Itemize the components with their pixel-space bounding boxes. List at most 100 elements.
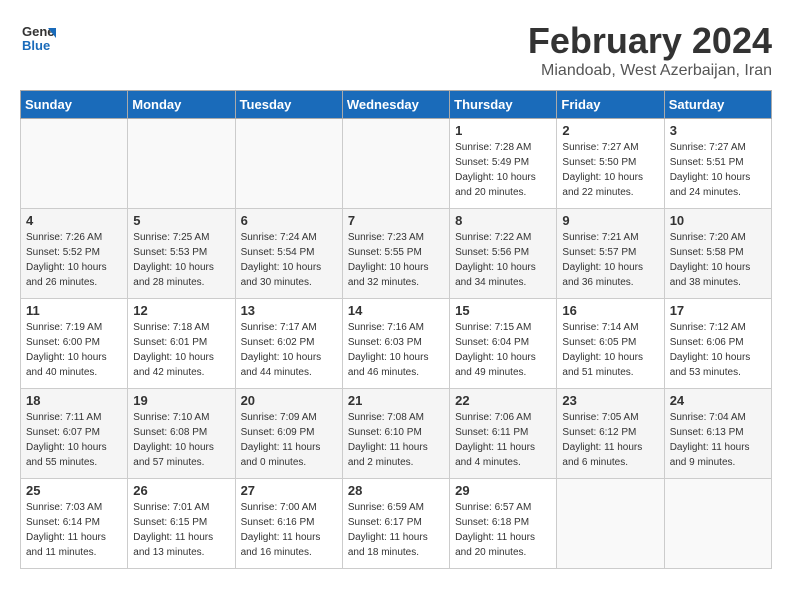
day-number: 23	[562, 393, 658, 408]
day-info: Sunrise: 6:57 AMSunset: 6:18 PMDaylight:…	[455, 500, 551, 560]
calendar-cell: 13 Sunrise: 7:17 AMSunset: 6:02 PMDayligh…	[235, 299, 342, 389]
calendar-cell: 7 Sunrise: 7:23 AMSunset: 5:55 PMDaylight…	[342, 209, 449, 299]
day-info: Sunrise: 7:11 AMSunset: 6:07 PMDaylight:…	[26, 410, 122, 470]
title-block: February 2024 Miandoab, West Azerbaijan,…	[528, 20, 772, 80]
day-info: Sunrise: 7:14 AMSunset: 6:05 PMDaylight:…	[562, 320, 658, 380]
day-number: 3	[670, 123, 766, 138]
calendar-cell: 23 Sunrise: 7:05 AMSunset: 6:12 PMDayligh…	[557, 389, 664, 479]
page-header: General Blue February 2024 Miandoab, Wes…	[20, 20, 772, 80]
day-info: Sunrise: 7:09 AMSunset: 6:09 PMDaylight:…	[241, 410, 337, 470]
calendar-cell: 15 Sunrise: 7:15 AMSunset: 6:04 PMDayligh…	[450, 299, 557, 389]
calendar-cell: 16 Sunrise: 7:14 AMSunset: 6:05 PMDayligh…	[557, 299, 664, 389]
day-number: 12	[133, 303, 229, 318]
day-info: Sunrise: 7:23 AMSunset: 5:55 PMDaylight:…	[348, 230, 444, 290]
day-info: Sunrise: 7:21 AMSunset: 5:57 PMDaylight:…	[562, 230, 658, 290]
day-info: Sunrise: 7:17 AMSunset: 6:02 PMDaylight:…	[241, 320, 337, 380]
calendar-cell: 14Sunrise: 7:16 AMSunset: 6:03 PMDayligh…	[342, 299, 449, 389]
day-number: 11	[26, 303, 122, 318]
calendar-cell	[21, 119, 128, 209]
svg-text:Blue: Blue	[22, 38, 50, 53]
calendar-cell: 12 Sunrise: 7:18 AMSunset: 6:01 PMDayligh…	[128, 299, 235, 389]
calendar-cell: 5Sunrise: 7:25 AMSunset: 5:53 PMDaylight…	[128, 209, 235, 299]
day-info: Sunrise: 7:25 AMSunset: 5:53 PMDaylight:…	[133, 230, 229, 290]
day-of-week-header: Tuesday	[235, 91, 342, 119]
day-of-week-header: Sunday	[21, 91, 128, 119]
day-number: 25	[26, 483, 122, 498]
day-number: 29	[455, 483, 551, 498]
day-of-week-header: Thursday	[450, 91, 557, 119]
day-number: 7	[348, 213, 444, 228]
calendar-cell: 6 Sunrise: 7:24 AMSunset: 5:54 PMDaylight…	[235, 209, 342, 299]
calendar-cell: 19 Sunrise: 7:10 AMSunset: 6:08 PMDayligh…	[128, 389, 235, 479]
calendar-cell: 10 Sunrise: 7:20 AMSunset: 5:58 PMDayligh…	[664, 209, 771, 299]
day-info: Sunrise: 7:10 AMSunset: 6:08 PMDaylight:…	[133, 410, 229, 470]
day-number: 28	[348, 483, 444, 498]
day-info: Sunrise: 7:27 AMSunset: 5:51 PMDaylight:…	[670, 140, 766, 200]
day-number: 21	[348, 393, 444, 408]
day-number: 13	[241, 303, 337, 318]
day-info: Sunrise: 7:15 AMSunset: 6:04 PMDaylight:…	[455, 320, 551, 380]
day-number: 1	[455, 123, 551, 138]
day-number: 26	[133, 483, 229, 498]
calendar-cell: 17 Sunrise: 7:12 AMSunset: 6:06 PMDayligh…	[664, 299, 771, 389]
day-number: 19	[133, 393, 229, 408]
day-number: 18	[26, 393, 122, 408]
day-info: Sunrise: 7:18 AMSunset: 6:01 PMDaylight:…	[133, 320, 229, 380]
day-number: 20	[241, 393, 337, 408]
day-info: Sunrise: 7:26 AMSunset: 5:52 PMDaylight:…	[26, 230, 122, 290]
calendar-week-row: 25 Sunrise: 7:03 AMSunset: 6:14 PMDayligh…	[21, 479, 772, 569]
day-info: Sunrise: 7:03 AMSunset: 6:14 PMDaylight:…	[26, 500, 122, 560]
day-of-week-header: Friday	[557, 91, 664, 119]
calendar-cell: 9 Sunrise: 7:21 AMSunset: 5:57 PMDaylight…	[557, 209, 664, 299]
day-number: 10	[670, 213, 766, 228]
calendar-cell: 8 Sunrise: 7:22 AMSunset: 5:56 PMDaylight…	[450, 209, 557, 299]
day-info: Sunrise: 7:20 AMSunset: 5:58 PMDaylight:…	[670, 230, 766, 290]
day-info: Sunrise: 7:04 AMSunset: 6:13 PMDaylight:…	[670, 410, 766, 470]
month-year-title: February 2024	[528, 20, 772, 62]
calendar-cell	[342, 119, 449, 209]
logo: General Blue	[20, 20, 56, 61]
calendar-cell: 2 Sunrise: 7:27 AMSunset: 5:50 PMDaylight…	[557, 119, 664, 209]
location-subtitle: Miandoab, West Azerbaijan, Iran	[528, 62, 772, 80]
calendar-cell	[235, 119, 342, 209]
calendar-cell: 1 Sunrise: 7:28 AMSunset: 5:49 PMDaylight…	[450, 119, 557, 209]
day-number: 2	[562, 123, 658, 138]
calendar-cell	[128, 119, 235, 209]
day-info: Sunrise: 7:28 AMSunset: 5:49 PMDaylight:…	[455, 140, 551, 200]
day-info: Sunrise: 7:01 AMSunset: 6:15 PMDaylight:…	[133, 500, 229, 560]
day-info: Sunrise: 7:22 AMSunset: 5:56 PMDaylight:…	[455, 230, 551, 290]
day-info: Sunrise: 7:12 AMSunset: 6:06 PMDaylight:…	[670, 320, 766, 380]
calendar-cell	[664, 479, 771, 569]
day-number: 16	[562, 303, 658, 318]
calendar-cell: 21 Sunrise: 7:08 AMSunset: 6:10 PMDayligh…	[342, 389, 449, 479]
day-of-week-header: Wednesday	[342, 91, 449, 119]
calendar-week-row: 11 Sunrise: 7:19 AMSunset: 6:00 PMDayligh…	[21, 299, 772, 389]
calendar-body: 1 Sunrise: 7:28 AMSunset: 5:49 PMDaylight…	[21, 119, 772, 569]
calendar-cell: 28Sunrise: 6:59 AMSunset: 6:17 PMDayligh…	[342, 479, 449, 569]
day-number: 8	[455, 213, 551, 228]
day-number: 9	[562, 213, 658, 228]
calendar-week-row: 1 Sunrise: 7:28 AMSunset: 5:49 PMDaylight…	[21, 119, 772, 209]
day-of-week-header: Monday	[128, 91, 235, 119]
day-info: Sunrise: 7:05 AMSunset: 6:12 PMDaylight:…	[562, 410, 658, 470]
day-number: 24	[670, 393, 766, 408]
calendar-cell: 24 Sunrise: 7:04 AMSunset: 6:13 PMDayligh…	[664, 389, 771, 479]
day-number: 27	[241, 483, 337, 498]
day-number: 6	[241, 213, 337, 228]
calendar-cell: 4Sunrise: 7:26 AMSunset: 5:52 PMDaylight…	[21, 209, 128, 299]
calendar-week-row: 4Sunrise: 7:26 AMSunset: 5:52 PMDaylight…	[21, 209, 772, 299]
day-info: Sunrise: 7:19 AMSunset: 6:00 PMDaylight:…	[26, 320, 122, 380]
day-info: Sunrise: 7:27 AMSunset: 5:50 PMDaylight:…	[562, 140, 658, 200]
day-info: Sunrise: 7:24 AMSunset: 5:54 PMDaylight:…	[241, 230, 337, 290]
calendar-cell: 26 Sunrise: 7:01 AMSunset: 6:15 PMDayligh…	[128, 479, 235, 569]
day-number: 15	[455, 303, 551, 318]
day-number: 17	[670, 303, 766, 318]
calendar-cell: 20 Sunrise: 7:09 AMSunset: 6:09 PMDayligh…	[235, 389, 342, 479]
day-info: Sunrise: 7:08 AMSunset: 6:10 PMDaylight:…	[348, 410, 444, 470]
calendar-cell	[557, 479, 664, 569]
calendar-cell: 25 Sunrise: 7:03 AMSunset: 6:14 PMDayligh…	[21, 479, 128, 569]
calendar-cell: 22Sunrise: 7:06 AMSunset: 6:11 PMDayligh…	[450, 389, 557, 479]
calendar-cell: 3 Sunrise: 7:27 AMSunset: 5:51 PMDaylight…	[664, 119, 771, 209]
calendar-cell: 27 Sunrise: 7:00 AMSunset: 6:16 PMDayligh…	[235, 479, 342, 569]
day-info: Sunrise: 7:00 AMSunset: 6:16 PMDaylight:…	[241, 500, 337, 560]
